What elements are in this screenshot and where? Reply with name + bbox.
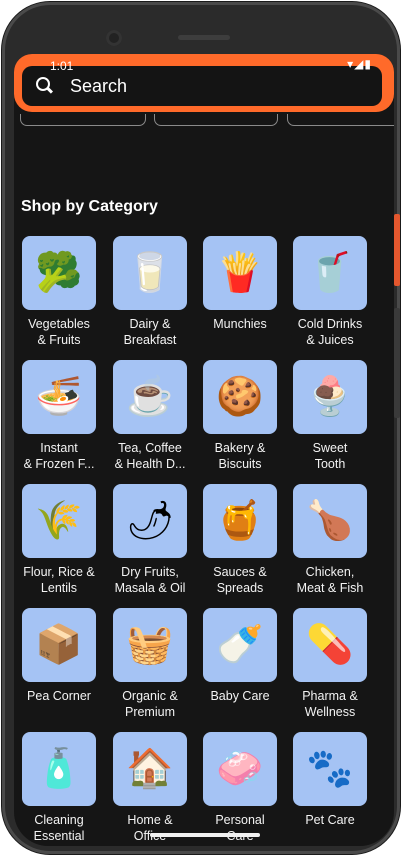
category-image: 🍨 (293, 360, 367, 434)
category-tile[interactable]: 🥦 Vegetables & Fruits (14, 236, 104, 348)
category-label: Cleaning Essential (33, 813, 85, 843)
see-all-button[interactable]: See all (20, 114, 146, 126)
phone-frame: 1:01 ▾◢▮ See all See all See all Shop by… (2, 2, 400, 854)
category-label: Cold Drinks & Juices (297, 317, 363, 347)
category-label: Pet Care (305, 813, 355, 827)
status-icons: ▾◢▮ (347, 57, 372, 71)
search-input[interactable] (68, 74, 352, 98)
category-tile[interactable]: 🏠 Home & Office (105, 732, 195, 844)
category-tile[interactable]: 🍼 Baby Care (195, 608, 285, 704)
category-label: Munchies (213, 317, 267, 331)
front-camera (106, 30, 122, 46)
category-label: Baby Care (210, 689, 270, 703)
category-tile[interactable]: 🍗 Chicken, Meat & Fish (285, 484, 375, 596)
category-tile[interactable]: 🥛 Dairy & Breakfast (105, 236, 195, 348)
category-tile[interactable]: 🧴 Cleaning Essential (14, 732, 104, 844)
category-image: 🍜 (22, 360, 96, 434)
category-label: Pharma & Wellness (302, 689, 358, 719)
category-image: ☕ (113, 360, 187, 434)
status-bar: 1:01 ▾◢▮ (14, 54, 394, 76)
category-tile[interactable]: 🧼 Personal Care (195, 732, 285, 844)
category-image: 🏠 (113, 732, 187, 806)
volume-button (394, 308, 400, 418)
category-image: 🍗 (293, 484, 367, 558)
category-label: Pea Corner (27, 689, 91, 703)
category-image: 🥦 (22, 236, 96, 310)
category-image: 🍯 (203, 484, 277, 558)
category-label: Flour, Rice & Lentils (23, 565, 95, 595)
category-label: Dairy & Breakfast (123, 317, 177, 347)
category-image: 📦 (22, 608, 96, 682)
category-image: 🧼 (203, 732, 277, 806)
category-label: Chicken, Meat & Fish (296, 565, 364, 595)
status-time: 1:01 (50, 59, 74, 73)
category-label: Bakery & Biscuits (214, 441, 266, 471)
category-tile[interactable]: 🧺 Organic & Premium (105, 608, 195, 720)
category-image: 🍟 (203, 236, 277, 310)
category-tile[interactable]: ☕ Tea, Coffee & Health D... (105, 360, 195, 472)
category-tile[interactable]: 🌶 Dry Fruits, Masala & Oil (105, 484, 195, 596)
app-screen: 1:01 ▾◢▮ See all See all See all Shop by… (14, 54, 394, 846)
category-label: Personal Care (215, 813, 265, 843)
category-tile[interactable]: 📦 Pea Corner (14, 608, 104, 704)
category-tile[interactable]: 🍜 Instant & Frozen F... (14, 360, 104, 472)
see-all-row: See all See all See all (14, 114, 394, 126)
see-all-button[interactable]: See all (154, 114, 278, 126)
category-tile[interactable]: 🥤 Cold Drinks & Juices (285, 236, 375, 348)
category-label: Vegetables & Fruits (28, 317, 90, 347)
category-image: 🌶 (113, 484, 187, 558)
category-image: 🥤 (293, 236, 367, 310)
category-label: Home & Office (127, 813, 173, 843)
see-all-button[interactable]: See all (287, 114, 394, 126)
power-button (394, 214, 400, 286)
category-label: Tea, Coffee & Health D... (114, 441, 186, 471)
category-label: Organic & Premium (122, 689, 178, 719)
category-label: Instant & Frozen F... (23, 441, 95, 471)
gesture-nav-handle[interactable] (150, 833, 260, 837)
section-title: Shop by Category (21, 198, 158, 215)
category-tile[interactable]: 💊 Pharma & Wellness (285, 608, 375, 720)
category-label: Dry Fruits, Masala & Oil (114, 565, 186, 595)
category-image: 🧺 (113, 608, 187, 682)
category-tile[interactable]: 🍟 Munchies (195, 236, 285, 332)
category-image: 🌾 (22, 484, 96, 558)
category-image: 🐾 (293, 732, 367, 806)
category-label: Sweet Tooth (312, 441, 348, 471)
category-tile[interactable]: 🍯 Sauces & Spreads (195, 484, 285, 596)
category-tile[interactable]: 🍪 Bakery & Biscuits (195, 360, 285, 472)
earpiece-speaker (178, 35, 230, 40)
category-tile[interactable]: 🍨 Sweet Tooth (285, 360, 375, 472)
category-image: 🍼 (203, 608, 277, 682)
category-image: 🧴 (22, 732, 96, 806)
category-image: 🥛 (113, 236, 187, 310)
category-image: 🍪 (203, 360, 277, 434)
category-tile[interactable]: 🐾 Pet Care (285, 732, 375, 828)
category-label: Sauces & Spreads (213, 565, 267, 595)
category-tile[interactable]: 🌾 Flour, Rice & Lentils (14, 484, 104, 596)
category-image: 💊 (293, 608, 367, 682)
search-icon (36, 77, 54, 95)
